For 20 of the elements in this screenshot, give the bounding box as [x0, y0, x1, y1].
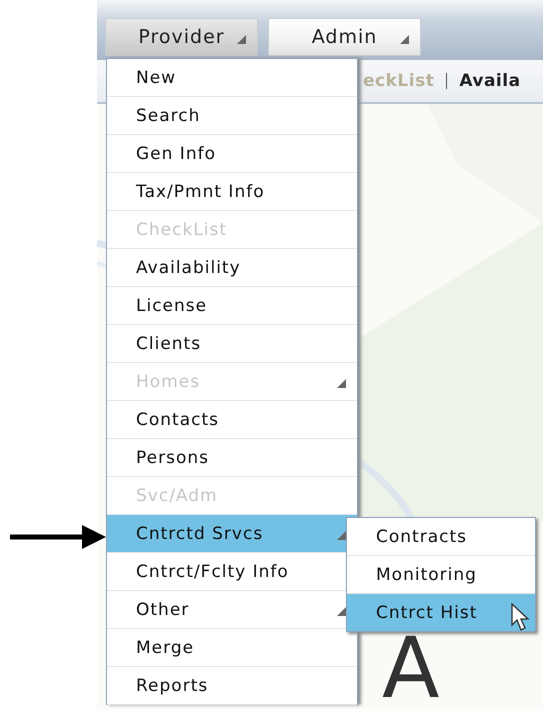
menu-item[interactable]: New — [107, 59, 357, 97]
menu-item[interactable]: Persons — [107, 439, 357, 477]
toolbar-link[interactable]: Availa — [459, 71, 521, 91]
arrow-icon — [10, 525, 106, 549]
menu-item[interactable]: Contracts — [347, 518, 535, 556]
menu-item[interactable]: Reports — [107, 667, 357, 705]
menu-item[interactable]: Clients — [107, 325, 357, 363]
caret-icon — [237, 35, 246, 44]
menu-item[interactable]: Availability — [107, 249, 357, 287]
menu-item[interactable]: Search — [107, 97, 357, 135]
menu-button[interactable]: Provider — [105, 18, 258, 56]
caret-icon — [400, 35, 409, 44]
menu-item[interactable]: Contacts — [107, 401, 357, 439]
menu-item[interactable]: Tax/Pmnt Info — [107, 173, 357, 211]
large-letter: A — [382, 630, 440, 706]
menu-item[interactable]: License — [107, 287, 357, 325]
menu-item[interactable]: Gen Info — [107, 135, 357, 173]
menu-item[interactable]: Cntrct Hist — [347, 594, 535, 631]
menu-item[interactable]: Cntrctd Srvcs — [107, 515, 357, 553]
menu-button[interactable]: Admin — [268, 18, 421, 56]
